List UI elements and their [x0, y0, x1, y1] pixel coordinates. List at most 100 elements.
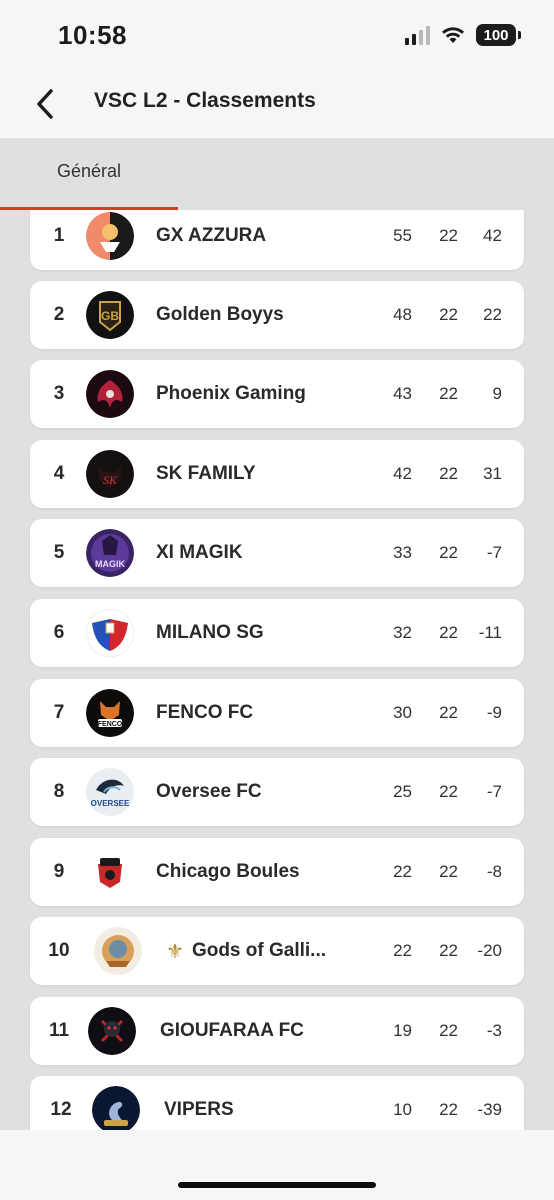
goal-difference: 9: [492, 384, 502, 403]
points: 22: [393, 862, 412, 881]
standing-row[interactable]: 3 Phoenix Gaming 43 22 9: [30, 360, 524, 428]
points: 22: [393, 941, 412, 960]
matches-played: 22: [439, 1021, 458, 1040]
team-name: ⚜ Gods of Galli...: [166, 917, 326, 985]
matches-played: 22: [439, 384, 458, 403]
goal-difference: -20: [477, 941, 502, 960]
standing-row[interactable]: 9 Chicago Boules 22 22 -8: [30, 838, 524, 906]
team-logo-icon: [94, 927, 142, 975]
rank: 7: [53, 702, 65, 723]
goal-difference: 22: [483, 305, 502, 324]
team-name: VIPERS: [164, 1099, 234, 1120]
rank: 6: [53, 622, 65, 643]
goal-difference: -39: [477, 1100, 502, 1119]
fleur-de-lis-icon: ⚜: [166, 940, 184, 963]
team-name: Phoenix Gaming: [156, 383, 306, 404]
team-name-text: Gods of Galli...: [191, 940, 327, 961]
svg-text:FENCO: FENCO: [98, 721, 123, 728]
team-name: Oversee FC: [156, 781, 262, 802]
standing-row[interactable]: 7 FENCO FENCO FC 30 22 -9: [30, 679, 524, 747]
status-icons: 100: [405, 24, 521, 46]
standing-row[interactable]: 8 OVERSEE Oversee FC 25 22 -7: [30, 758, 524, 826]
points: 43: [393, 384, 412, 403]
goal-difference: -3: [486, 1021, 502, 1040]
goal-difference: -9: [486, 703, 502, 722]
rank: 4: [53, 463, 65, 484]
points: 55: [393, 226, 412, 245]
team-logo-icon: GB: [86, 291, 134, 339]
rank: 2: [53, 304, 65, 325]
wifi-icon: [442, 27, 464, 43]
team-name: MILANO SG: [156, 622, 264, 643]
standing-row[interactable]: 12 VIPERS 10 22 -39: [30, 1076, 524, 1130]
goal-difference: -11: [478, 623, 502, 642]
svg-text:SK: SK: [103, 473, 118, 487]
team-name: GIOUFARAA FC: [160, 1020, 304, 1041]
standing-row[interactable]: 6 MILANO SG 32 22 -11: [30, 599, 524, 667]
team-logo-icon: MAGIK: [86, 529, 134, 577]
team-logo-icon: [86, 370, 134, 418]
page-title: VSC L2 - Classements: [94, 89, 316, 112]
points: 42: [393, 464, 412, 483]
team-logo-icon: SK: [86, 450, 134, 498]
standing-row[interactable]: 11 GIOUFARAA FC 19 22 -3: [30, 997, 524, 1065]
matches-played: 22: [439, 623, 458, 642]
status-bar: 10:58 100: [0, 0, 554, 72]
tab-general-label: Général: [56, 160, 122, 181]
matches-played: 22: [439, 782, 458, 801]
rank: 8: [53, 781, 65, 802]
tab-general[interactable]: Général: [0, 138, 178, 210]
standings-list[interactable]: 1 GX AZZURA 55 22 42 2 GB Golden Boyys 4…: [0, 210, 554, 1130]
team-name: FENCO FC: [156, 702, 254, 723]
rank: 10: [48, 940, 70, 961]
standing-row[interactable]: 1 GX AZZURA 55 22 42: [30, 210, 524, 270]
team-logo-icon: [86, 848, 134, 896]
matches-played: 22: [439, 862, 458, 881]
team-logo-icon: [92, 1086, 140, 1130]
team-logo-icon: [86, 609, 134, 657]
svg-text:MAGIK: MAGIK: [95, 559, 125, 569]
tab-strip: Général: [0, 138, 554, 210]
team-logo-icon: FENCO: [86, 689, 134, 737]
rank: 12: [50, 1099, 72, 1120]
matches-played: 22: [439, 941, 458, 960]
svg-text:OVERSEE: OVERSEE: [91, 799, 130, 808]
team-logo-icon: [88, 1007, 136, 1055]
goal-difference: 42: [483, 226, 502, 245]
goal-difference: -7: [486, 782, 502, 801]
points: 25: [393, 782, 412, 801]
home-indicator[interactable]: [178, 1182, 376, 1188]
rank: 9: [53, 861, 65, 882]
standing-row[interactable]: 4 SK SK FAMILY 42 22 31: [30, 440, 524, 508]
points: 30: [393, 703, 412, 722]
cellular-signal-icon: [405, 25, 430, 45]
chevron-left-icon: [37, 89, 53, 119]
rank: 3: [53, 383, 65, 404]
points: 32: [393, 623, 412, 642]
team-name: SK FAMILY: [156, 463, 256, 484]
rank: 1: [53, 225, 65, 246]
svg-text:GB: GB: [101, 309, 119, 323]
standing-row[interactable]: 5 MAGIK XI MAGIK 33 22 -7: [30, 519, 524, 587]
standing-row[interactable]: 10 ⚜ Gods of Galli... 22 22 -20: [30, 917, 524, 985]
home-area: [0, 1150, 554, 1200]
rank: 5: [53, 542, 65, 563]
matches-played: 22: [439, 305, 458, 324]
back-button[interactable]: [28, 84, 62, 124]
team-logo-icon: OVERSEE: [86, 768, 134, 816]
goal-difference: -7: [486, 543, 502, 562]
nav-bar: VSC L2 - Classements: [0, 72, 554, 138]
points: 19: [393, 1021, 412, 1040]
matches-played: 22: [439, 464, 458, 483]
rank: 11: [48, 1020, 70, 1041]
status-time: 10:58: [58, 20, 127, 50]
matches-played: 22: [439, 703, 458, 722]
team-name: Golden Boyys: [156, 304, 284, 325]
team-logo-icon: [86, 212, 134, 260]
battery-icon: 100: [476, 24, 521, 46]
goal-difference: -8: [486, 862, 502, 881]
matches-played: 22: [439, 226, 458, 245]
standing-row[interactable]: 2 GB Golden Boyys 48 22 22: [30, 281, 524, 349]
matches-played: 22: [439, 543, 458, 562]
points: 33: [393, 543, 412, 562]
